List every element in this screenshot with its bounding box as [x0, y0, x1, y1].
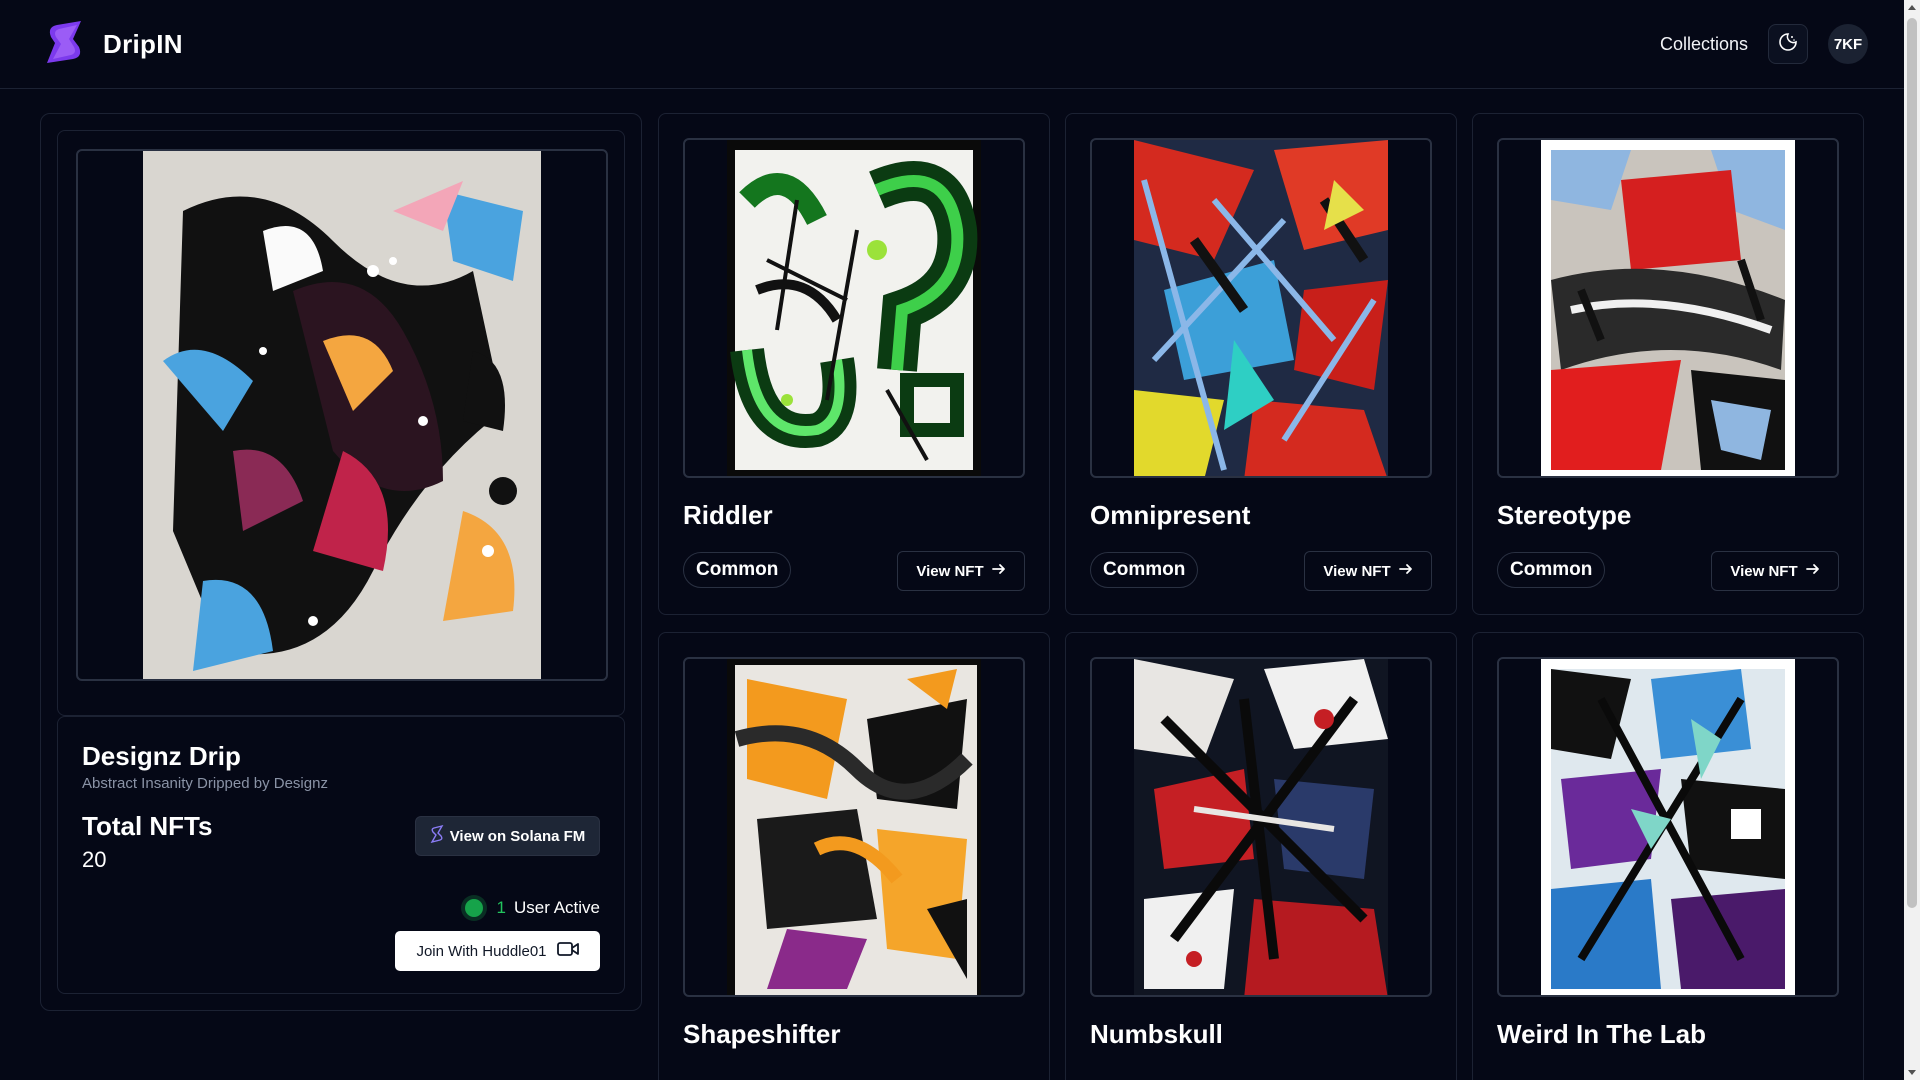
featured-artwork-card — [57, 130, 625, 716]
nft-name: Omnipresent — [1090, 500, 1251, 530]
nft-artwork-omnipresent — [1134, 140, 1388, 476]
nft-card[interactable]: Omnipresent Common View NFT — [1065, 113, 1457, 615]
lightning-logo-icon — [43, 19, 85, 70]
nft-image-frame — [1090, 657, 1432, 997]
solana-logo-icon — [430, 824, 444, 847]
rarity-badge: Common — [683, 552, 792, 588]
view-nft-label: View NFT — [1323, 562, 1391, 580]
nft-card[interactable]: Weird In The Lab — [1472, 632, 1864, 1080]
nav-right: Collections 7KF — [1660, 24, 1868, 64]
nft-card[interactable]: Numbskull — [1065, 632, 1457, 1080]
nft-artwork-shapeshifter — [727, 659, 981, 995]
rarity-badge: Common — [1090, 552, 1199, 588]
collection-subtitle: Abstract Insanity Dripped by Designz — [82, 775, 328, 792]
view-nft-label: View NFT — [916, 562, 984, 580]
total-nfts-value: 20 — [82, 847, 107, 872]
nft-card[interactable]: Stereotype Common View NFT — [1472, 113, 1864, 615]
featured-artwork-frame — [76, 149, 608, 681]
nft-image-frame — [1497, 138, 1839, 478]
view-on-solana-fm-button[interactable]: View on Solana FM — [415, 816, 600, 856]
nft-name: Numbskull — [1090, 1019, 1223, 1049]
scroll-down-arrow-icon[interactable] — [1908, 1070, 1916, 1075]
theme-toggle-icon — [1778, 32, 1798, 57]
nft-artwork-numbskull — [1134, 659, 1388, 995]
user-avatar[interactable]: 7KF — [1828, 24, 1868, 64]
nft-artwork-riddler — [727, 140, 981, 476]
arrow-right-icon — [1398, 562, 1413, 580]
page-scrollbar[interactable] — [1904, 0, 1920, 1080]
huddle-button-label: Join With Huddle01 — [416, 942, 547, 960]
active-user-count: 1 — [496, 898, 507, 917]
view-nft-label: View NFT — [1730, 562, 1798, 580]
rarity-badge: Common — [1497, 552, 1606, 588]
active-user-label: User Active — [514, 898, 600, 917]
nft-image-frame — [683, 138, 1025, 478]
brand[interactable]: DripIN — [43, 19, 183, 70]
top-navbar: DripIN Collections 7KF — [0, 0, 1904, 89]
total-nfts-label: Total NFTs — [82, 811, 213, 841]
app-root: DripIN Collections 7KF Designz Drip Abst… — [0, 0, 1920, 1080]
collection-panel: Designz Drip Abstract Insanity Dripped b… — [40, 113, 642, 1011]
nft-name: Shapeshifter — [683, 1019, 841, 1049]
scroll-up-arrow-icon[interactable] — [1908, 5, 1916, 10]
nft-image-frame — [1497, 657, 1839, 997]
join-huddle-button[interactable]: Join With Huddle01 — [395, 931, 600, 971]
active-status-dot — [464, 899, 483, 917]
scroll-thumb[interactable] — [1907, 18, 1917, 908]
nft-artwork-stereotype — [1541, 140, 1795, 476]
arrow-right-icon — [1805, 562, 1820, 580]
nft-card[interactable]: Riddler Common View NFT — [658, 113, 1050, 615]
nft-image-frame — [1090, 138, 1432, 478]
video-camera-icon — [556, 941, 579, 961]
featured-artwork-image — [143, 151, 541, 679]
nft-image-frame — [683, 657, 1025, 997]
collection-title: Designz Drip — [82, 741, 241, 771]
view-nft-button[interactable]: View NFT — [1304, 551, 1432, 591]
active-users-indicator: 1 User Active — [464, 898, 600, 918]
nft-artwork-weird-in-the-lab — [1541, 659, 1795, 995]
nft-name: Weird In The Lab — [1497, 1019, 1706, 1049]
solana-button-label: View on Solana FM — [449, 827, 586, 845]
nft-card[interactable]: Shapeshifter — [658, 632, 1050, 1080]
view-nft-button[interactable]: View NFT — [897, 551, 1025, 591]
collections-link[interactable]: Collections — [1660, 34, 1748, 55]
nft-name: Riddler — [683, 500, 773, 530]
collection-info-card: Designz Drip Abstract Insanity Dripped b… — [57, 716, 625, 994]
arrow-right-icon — [991, 562, 1006, 580]
nft-name: Stereotype — [1497, 500, 1632, 530]
view-nft-button[interactable]: View NFT — [1711, 551, 1839, 591]
theme-toggle-button[interactable] — [1768, 24, 1808, 64]
brand-name: DripIN — [103, 28, 183, 59]
